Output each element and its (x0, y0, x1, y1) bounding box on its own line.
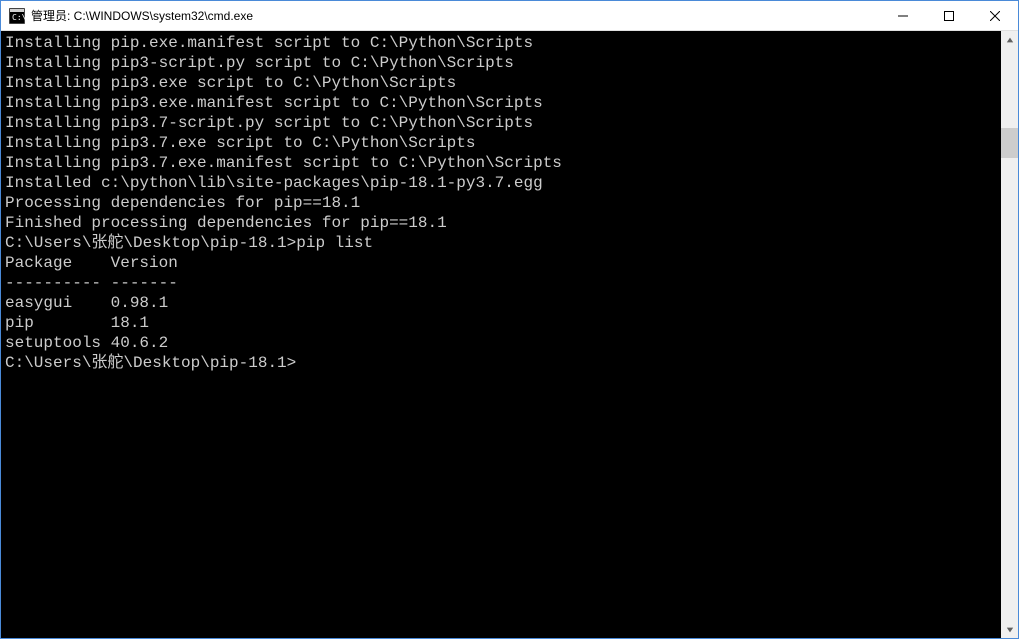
scrollbar-down-arrow-icon[interactable] (1001, 621, 1018, 638)
console-line: C:\Users\张舵\Desktop\pip-18.1>pip list (5, 233, 1001, 253)
cmd-icon: C:\ (9, 8, 25, 24)
console-output[interactable]: Installing pip.exe.manifest script to C:… (1, 31, 1001, 638)
console-wrapper: Installing pip.exe.manifest script to C:… (1, 31, 1018, 638)
vertical-scrollbar[interactable] (1001, 31, 1018, 638)
svg-text:C:\: C:\ (12, 13, 25, 22)
console-line: ---------- ------- (5, 273, 1001, 293)
console-line: easygui 0.98.1 (5, 293, 1001, 313)
console-line: Package Version (5, 253, 1001, 273)
console-line: Installing pip3.7.exe script to C:\Pytho… (5, 133, 1001, 153)
console-line: Installing pip3.exe script to C:\Python\… (5, 73, 1001, 93)
console-line: C:\Users\张舵\Desktop\pip-18.1> (5, 353, 1001, 373)
console-line: Installed c:\python\lib\site-packages\pi… (5, 173, 1001, 193)
scrollbar-up-arrow-icon[interactable] (1001, 31, 1018, 48)
window-titlebar: C:\ 管理员: C:\WINDOWS\system32\cmd.exe (1, 1, 1018, 31)
console-line: Installing pip.exe.manifest script to C:… (5, 33, 1001, 53)
console-line: Finished processing dependencies for pip… (5, 213, 1001, 233)
console-line: Installing pip3.7-script.py script to C:… (5, 113, 1001, 133)
scrollbar-thumb[interactable] (1001, 128, 1018, 158)
window-title: 管理员: C:\WINDOWS\system32\cmd.exe (31, 7, 880, 24)
minimize-button[interactable] (880, 1, 926, 30)
scrollbar-track-area[interactable] (1001, 48, 1018, 621)
window-controls (880, 1, 1018, 30)
console-line: setuptools 40.6.2 (5, 333, 1001, 353)
maximize-button[interactable] (926, 1, 972, 30)
console-line: Installing pip3-script.py script to C:\P… (5, 53, 1001, 73)
console-line: Processing dependencies for pip==18.1 (5, 193, 1001, 213)
close-button[interactable] (972, 1, 1018, 30)
console-line: Installing pip3.7.exe.manifest script to… (5, 153, 1001, 173)
console-line: pip 18.1 (5, 313, 1001, 333)
console-line: Installing pip3.exe.manifest script to C… (5, 93, 1001, 113)
